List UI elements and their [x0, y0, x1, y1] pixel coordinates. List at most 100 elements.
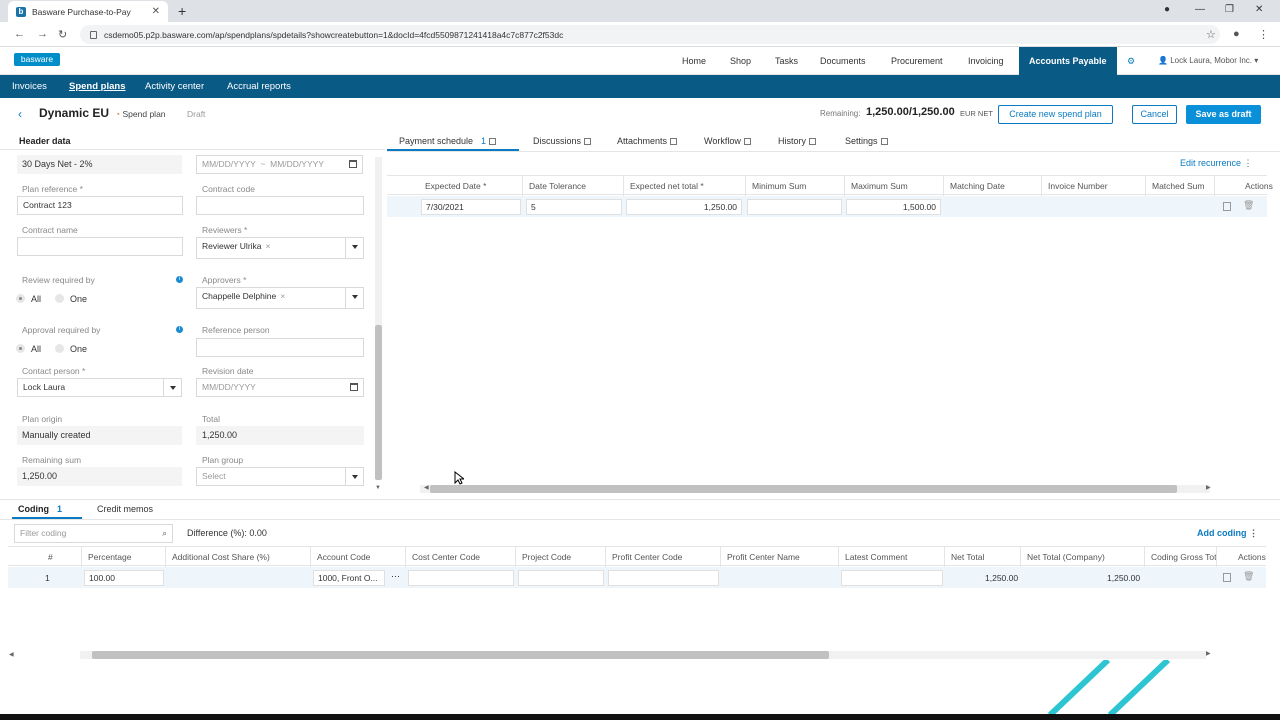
contract-code-input[interactable]: [196, 196, 364, 215]
tab-credit-memos[interactable]: Credit memos: [97, 504, 153, 514]
header-scrollbar[interactable]: [375, 325, 382, 480]
remove-chip-icon[interactable]: ×: [266, 241, 271, 251]
subnav-spend-plans[interactable]: Spend plans: [69, 75, 125, 98]
profit-center-code-cell[interactable]: [608, 570, 719, 586]
tab-attachments[interactable]: Attachments: [617, 136, 678, 146]
subnav-accrual-reports[interactable]: Accrual reports: [227, 75, 291, 98]
col-coding-gross-total[interactable]: Coding Gross Tot: [1145, 547, 1217, 567]
col-matched-sum[interactable]: Matched Sum: [1146, 176, 1215, 196]
chevron-down-icon[interactable]: [163, 379, 181, 396]
col-maximum-sum[interactable]: Maximum Sum: [845, 176, 944, 196]
review-all-radio[interactable]: [16, 294, 25, 303]
date-tolerance-cell[interactable]: 5: [526, 199, 622, 215]
scroll-right-icon[interactable]: ▶: [1206, 484, 1211, 491]
subnav-activity-center[interactable]: Activity center: [145, 75, 204, 98]
reviewers-select[interactable]: Reviewer Ulrika ×: [196, 237, 364, 259]
nav-documents[interactable]: Documents: [820, 47, 866, 75]
nav-accounts-payable[interactable]: Accounts Payable: [1019, 47, 1117, 75]
back-icon[interactable]: ←: [14, 28, 25, 40]
col-minimum-sum[interactable]: Minimum Sum: [746, 176, 845, 196]
maximum-sum-cell[interactable]: 1,500.00: [846, 199, 941, 215]
gear-icon[interactable]: ⚙: [1127, 47, 1135, 75]
profile-dropdown-icon[interactable]: ●: [1164, 4, 1170, 15]
user-menu[interactable]: 👤 Lock Laura, Mobor Inc. ▾: [1158, 47, 1258, 75]
filter-coding-input[interactable]: Filter coding ⌕: [14, 524, 173, 543]
col-date-tolerance[interactable]: Date Tolerance: [523, 176, 624, 196]
cost-center-cell[interactable]: [408, 570, 514, 586]
contact-person-select[interactable]: Lock Laura: [17, 378, 182, 397]
edit-recurrence-link[interactable]: Edit recurrence ⋮: [1180, 158, 1253, 169]
col-net-total[interactable]: Net Total: [945, 547, 1021, 567]
coding-h-scroll-thumb[interactable]: [92, 651, 829, 659]
trash-icon[interactable]: 🗑: [1243, 200, 1254, 211]
col-profit-center-code[interactable]: Profit Center Code: [606, 547, 721, 567]
save-as-draft-button[interactable]: Save as draft: [1186, 105, 1261, 124]
plan-group-select[interactable]: Select: [196, 467, 364, 486]
scroll-down-icon[interactable]: ▼: [375, 485, 381, 491]
browser-tab[interactable]: b Basware Purchase-to-Pay ✕: [8, 1, 168, 22]
copy-icon[interactable]: [1223, 573, 1231, 582]
scroll-left-icon[interactable]: ◀: [424, 484, 429, 491]
col-account-code[interactable]: Account Code: [311, 547, 406, 567]
col-latest-comment[interactable]: Latest Comment: [839, 547, 945, 567]
approval-all-radio[interactable]: [16, 344, 25, 353]
new-tab-icon[interactable]: +: [178, 3, 186, 19]
chevron-down-icon[interactable]: [345, 288, 363, 308]
tab-coding[interactable]: Coding 1: [18, 504, 62, 514]
col-matching-date[interactable]: Matching Date: [944, 176, 1042, 196]
nav-shop[interactable]: Shop: [730, 47, 751, 75]
review-one-radio[interactable]: [55, 294, 64, 303]
forward-icon[interactable]: →: [37, 28, 48, 40]
col-expected-net-total[interactable]: Expected net total *: [624, 176, 746, 196]
account-icon[interactable]: ●: [1233, 28, 1240, 40]
back-arrow-icon[interactable]: ‹: [18, 107, 22, 121]
tab-discussions[interactable]: Discussions: [533, 136, 592, 146]
col-project-code[interactable]: Project Code: [516, 547, 606, 567]
reference-person-input[interactable]: [196, 338, 364, 357]
col-profit-center-name[interactable]: Profit Center Name: [721, 547, 839, 567]
scroll-left-icon[interactable]: ◀: [9, 651, 14, 658]
contract-name-input[interactable]: [17, 237, 183, 256]
project-code-cell[interactable]: [518, 570, 604, 586]
plan-reference-input[interactable]: Contract 123: [17, 196, 183, 215]
basware-logo[interactable]: basware: [14, 53, 60, 66]
info-icon[interactable]: i: [176, 326, 183, 333]
col-net-total-company[interactable]: Net Total (Company): [1021, 547, 1145, 567]
minimize-icon[interactable]: —: [1195, 4, 1205, 15]
chevron-down-icon[interactable]: [345, 238, 363, 258]
window-close-icon[interactable]: ✕: [1255, 4, 1263, 15]
more-horizontal-icon[interactable]: ⋯: [391, 571, 400, 582]
revision-date-input[interactable]: MM/DD/YYYY: [196, 378, 364, 397]
remove-chip-icon[interactable]: ×: [280, 291, 285, 301]
scroll-right-icon[interactable]: ▶: [1206, 650, 1211, 657]
nav-invoicing[interactable]: Invoicing: [968, 47, 1004, 75]
reload-icon[interactable]: ↻: [58, 28, 67, 41]
bookmark-star-icon[interactable]: ☆: [1206, 28, 1216, 41]
col-cost-center-code[interactable]: Cost Center Code: [406, 547, 516, 567]
tab-close-icon[interactable]: ✕: [152, 6, 160, 17]
col-percentage[interactable]: Percentage: [82, 547, 166, 567]
col-invoice-number[interactable]: Invoice Number: [1042, 176, 1146, 196]
url-field[interactable]: csdemo05.p2p.basware.com/ap/spendplans/s…: [80, 25, 1220, 44]
col-additional-cost-share[interactable]: Additional Cost Share (%): [166, 547, 311, 567]
expected-net-total-cell[interactable]: 1,250.00: [626, 199, 742, 215]
create-new-spend-plan-button[interactable]: Create new spend plan: [998, 105, 1113, 124]
calendar-icon[interactable]: [349, 160, 357, 168]
maximize-icon[interactable]: ❐: [1225, 4, 1234, 15]
info-icon[interactable]: i: [176, 276, 183, 283]
header-scroll-track[interactable]: [375, 157, 382, 325]
trash-icon[interactable]: 🗑: [1243, 571, 1254, 582]
approvers-select[interactable]: Chappelle Delphine ×: [196, 287, 364, 309]
nav-home[interactable]: Home: [682, 47, 706, 75]
nav-procurement[interactable]: Procurement: [891, 47, 943, 75]
account-code-cell[interactable]: 1000, Front O...: [313, 570, 385, 586]
approval-one-radio[interactable]: [55, 344, 64, 353]
copy-icon[interactable]: [1223, 202, 1231, 211]
date-range-input[interactable]: MM/DD/YYYY ~ MM/DD/YYYY: [196, 155, 363, 174]
tab-workflow[interactable]: Workflow: [704, 136, 751, 146]
minimum-sum-cell[interactable]: [747, 199, 842, 215]
expected-date-cell[interactable]: 7/30/2021: [421, 199, 521, 215]
cancel-button[interactable]: Cancel: [1132, 105, 1177, 124]
nav-tasks[interactable]: Tasks: [775, 47, 798, 75]
subnav-invoices[interactable]: Invoices: [12, 75, 47, 98]
